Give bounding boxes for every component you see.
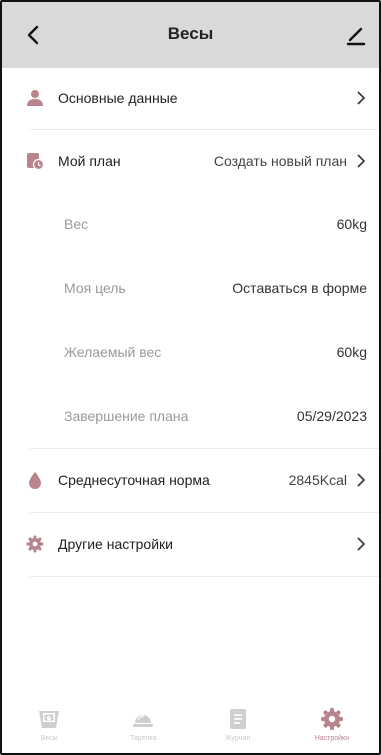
row-label: Основные данные [58, 90, 178, 106]
gear-icon [320, 708, 343, 730]
tab-plate[interactable]: Тарелка [96, 701, 190, 753]
app-frame: Весы Основные данные Мой план Создать но… [0, 0, 381, 755]
chevron-right-icon [357, 537, 366, 551]
divider [30, 576, 379, 577]
edit-icon[interactable] [343, 20, 369, 50]
settings-row-my-plan[interactable]: Мой план Создать новый план [26, 129, 367, 193]
plate-icon [133, 715, 154, 727]
plan-detail-weight: Вес 60kg [26, 192, 367, 256]
gear-icon [26, 535, 44, 553]
tab-label: Весы [40, 735, 58, 742]
plan-end-label: Завершение плана [64, 408, 189, 424]
person-icon [27, 90, 43, 106]
tab-label: Настройки [314, 735, 350, 742]
row-label: Другие настройки [58, 536, 173, 552]
target-weight-value: 60kg [336, 344, 367, 360]
create-new-plan-link[interactable]: Создать новый план [214, 153, 347, 169]
chevron-right-icon [357, 154, 366, 168]
tab-scale[interactable]: Весы [2, 701, 96, 753]
plan-detail-target-weight: Желаемый вес 60kg [26, 320, 367, 384]
chevron-right-icon [357, 473, 366, 487]
settings-row-other[interactable]: Другие настройки [26, 512, 367, 576]
plan-icon [27, 153, 44, 170]
weight-label: Вес [64, 216, 89, 232]
plan-detail-goal: Моя цель Оставаться в форме [26, 256, 367, 320]
drop-icon [29, 472, 41, 489]
daily-norm-value: 2845Kcal [288, 472, 347, 488]
settings-row-basic-data[interactable]: Основные данные [26, 66, 367, 130]
tab-label: Тарелка [130, 735, 157, 742]
row-label: Мой план [58, 153, 121, 169]
scale-icon [39, 711, 60, 728]
tab-label: Журнал [224, 735, 251, 742]
tab-settings[interactable]: Настройки [285, 701, 379, 753]
chevron-right-icon [357, 91, 366, 105]
app-header: Весы [2, 2, 379, 68]
plan-end-value: 05/29/2023 [296, 408, 367, 424]
settings-row-daily-norm[interactable]: Среднесуточная норма 2845Kcal [26, 448, 367, 512]
goal-value: Оставаться в форме [232, 280, 367, 296]
goal-label: Моя цель [64, 280, 126, 296]
page-title: Весы [167, 24, 214, 43]
bottom-tab-bar: Весы Тарелка Журнал Настройки [2, 701, 379, 753]
target-weight-label: Желаемый вес [64, 344, 162, 360]
row-label: Среднесуточная норма [58, 472, 210, 488]
plan-detail-end-date: Завершение плана 05/29/2023 [26, 384, 367, 448]
weight-value: 60kg [336, 216, 367, 232]
tab-journal[interactable]: Журнал [191, 701, 285, 753]
journal-icon [229, 709, 246, 729]
